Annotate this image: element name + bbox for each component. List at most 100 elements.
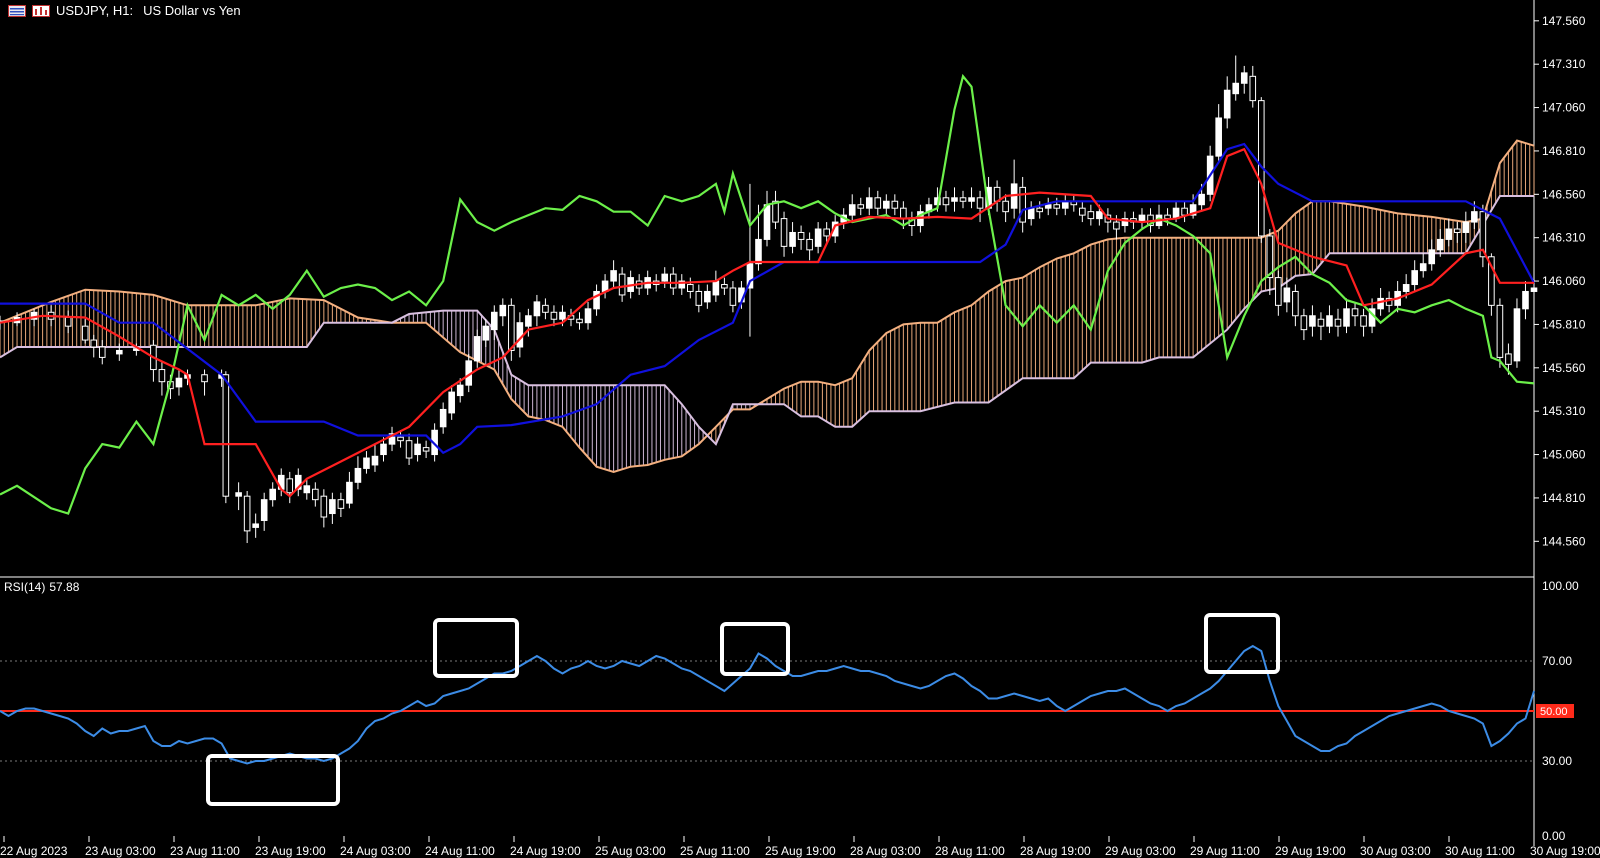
price-tick-label: 145.310	[1542, 404, 1586, 418]
candle-body	[329, 499, 336, 515]
time-tick-label: 28 Aug 11:00	[935, 844, 1005, 858]
time-tick-label: 30 Aug 11:00	[1445, 844, 1515, 858]
senkou-span-a-line	[0, 139, 1535, 473]
candle-body	[763, 204, 771, 240]
rsi-value: 57.88	[49, 580, 80, 594]
candle-body	[414, 443, 421, 456]
candle-body	[116, 349, 123, 355]
price-tick-label: 146.810	[1542, 144, 1586, 158]
candle-body	[1513, 308, 1521, 362]
candle-body	[90, 339, 98, 348]
candle-body	[951, 197, 958, 202]
candle-body	[1240, 72, 1248, 84]
candle-body	[1360, 315, 1367, 327]
candle-body	[780, 218, 788, 247]
candle-body	[525, 315, 532, 327]
candle-body	[260, 499, 268, 521]
candle-body	[542, 304, 549, 313]
candle-body	[806, 238, 813, 251]
time-tick-label: 28 Aug 19:00	[1020, 844, 1091, 858]
price-tick-label: 147.310	[1542, 57, 1586, 71]
candle-body	[405, 440, 413, 459]
candle-body	[1334, 318, 1342, 327]
candle-body	[243, 495, 251, 532]
price-tick-label: 147.060	[1542, 101, 1586, 115]
candle-body	[533, 301, 541, 317]
candle-body	[942, 197, 950, 206]
candle-body	[235, 492, 242, 497]
candle-body	[1053, 204, 1061, 209]
candle-body	[823, 228, 830, 237]
candle-body	[789, 231, 796, 247]
candle-body	[1002, 200, 1009, 213]
candle-body	[1198, 193, 1205, 206]
time-tick-label: 29 Aug 03:00	[1105, 844, 1176, 858]
price-tick-label: 147.560	[1542, 14, 1586, 28]
candle-body	[98, 346, 106, 358]
candle-body	[473, 336, 481, 362]
candle-body	[968, 197, 975, 202]
rsi-axis-label: 30.00	[1542, 754, 1572, 768]
candle-body	[712, 280, 720, 296]
highlight-box	[206, 754, 340, 806]
candle-body	[1530, 287, 1538, 292]
candle-body	[1428, 249, 1436, 265]
candle-body	[576, 318, 583, 324]
price-chart[interactable]: 147.560 147.310 147.060 146.810 146.560 146.3…	[0, 0, 1600, 858]
rsi-axis-label: 100.00	[1542, 579, 1579, 593]
candle-body	[1275, 277, 1282, 306]
candle-body	[346, 481, 353, 504]
candle-body	[661, 273, 669, 282]
candle-body	[371, 455, 379, 466]
candle-body	[380, 443, 387, 456]
candle-body	[286, 478, 294, 494]
candle-body	[1215, 117, 1222, 157]
rsi-line	[0, 644, 1535, 765]
candle-body	[959, 197, 967, 202]
candle-body	[1223, 89, 1231, 119]
candle-body	[874, 197, 882, 209]
time-tick-label: 23 Aug 03:00	[85, 844, 156, 858]
candle-body	[175, 377, 183, 388]
kijun-sen-line	[0, 142, 1535, 455]
time-tick-label: 30 Aug 19:00	[1530, 844, 1600, 858]
candle-body	[1445, 228, 1453, 240]
time-tick-label: 23 Aug 11:00	[170, 844, 240, 858]
candle-body	[448, 391, 455, 414]
time-tick-label: 25 Aug 11:00	[680, 844, 750, 858]
candle-body	[354, 467, 362, 483]
candle-body	[797, 231, 805, 240]
candle-body	[422, 447, 430, 452]
candle-body	[499, 304, 507, 317]
candle-body	[729, 287, 737, 306]
candle-body	[584, 308, 592, 324]
candle-body	[1496, 304, 1504, 358]
highlight-box	[433, 618, 519, 678]
time-tick-label: 30 Aug 03:00	[1360, 844, 1431, 858]
candle-body	[201, 374, 208, 383]
time-tick-label: 29 Aug 11:00	[1190, 844, 1260, 858]
candle-body	[1249, 75, 1257, 102]
candle-body	[1471, 211, 1478, 223]
time-tick-label: 22 Aug 2023	[0, 844, 68, 858]
candle-body	[976, 197, 984, 209]
candle-body	[1317, 318, 1325, 327]
candle-body	[1181, 207, 1188, 216]
rsi-name: RSI(14)	[4, 580, 46, 594]
candle-body	[158, 369, 166, 383]
candle-body	[1096, 211, 1103, 220]
candle-body	[1164, 214, 1171, 220]
price-tick-label: 145.810	[1542, 317, 1586, 331]
candle-body	[1292, 290, 1299, 317]
rsi-axis-label: 0.00	[1542, 829, 1566, 843]
candle-body	[550, 311, 558, 320]
candle-body	[490, 311, 498, 331]
time-tick-label: 25 Aug 19:00	[765, 844, 836, 858]
chikou-span-line	[0, 73, 1535, 515]
candle-body	[1079, 207, 1086, 216]
price-tick-label: 144.810	[1542, 491, 1586, 505]
candle-body	[252, 523, 259, 528]
candle-body	[1044, 204, 1052, 209]
candle-body	[865, 197, 873, 209]
time-tick-label: 24 Aug 19:00	[510, 844, 581, 858]
